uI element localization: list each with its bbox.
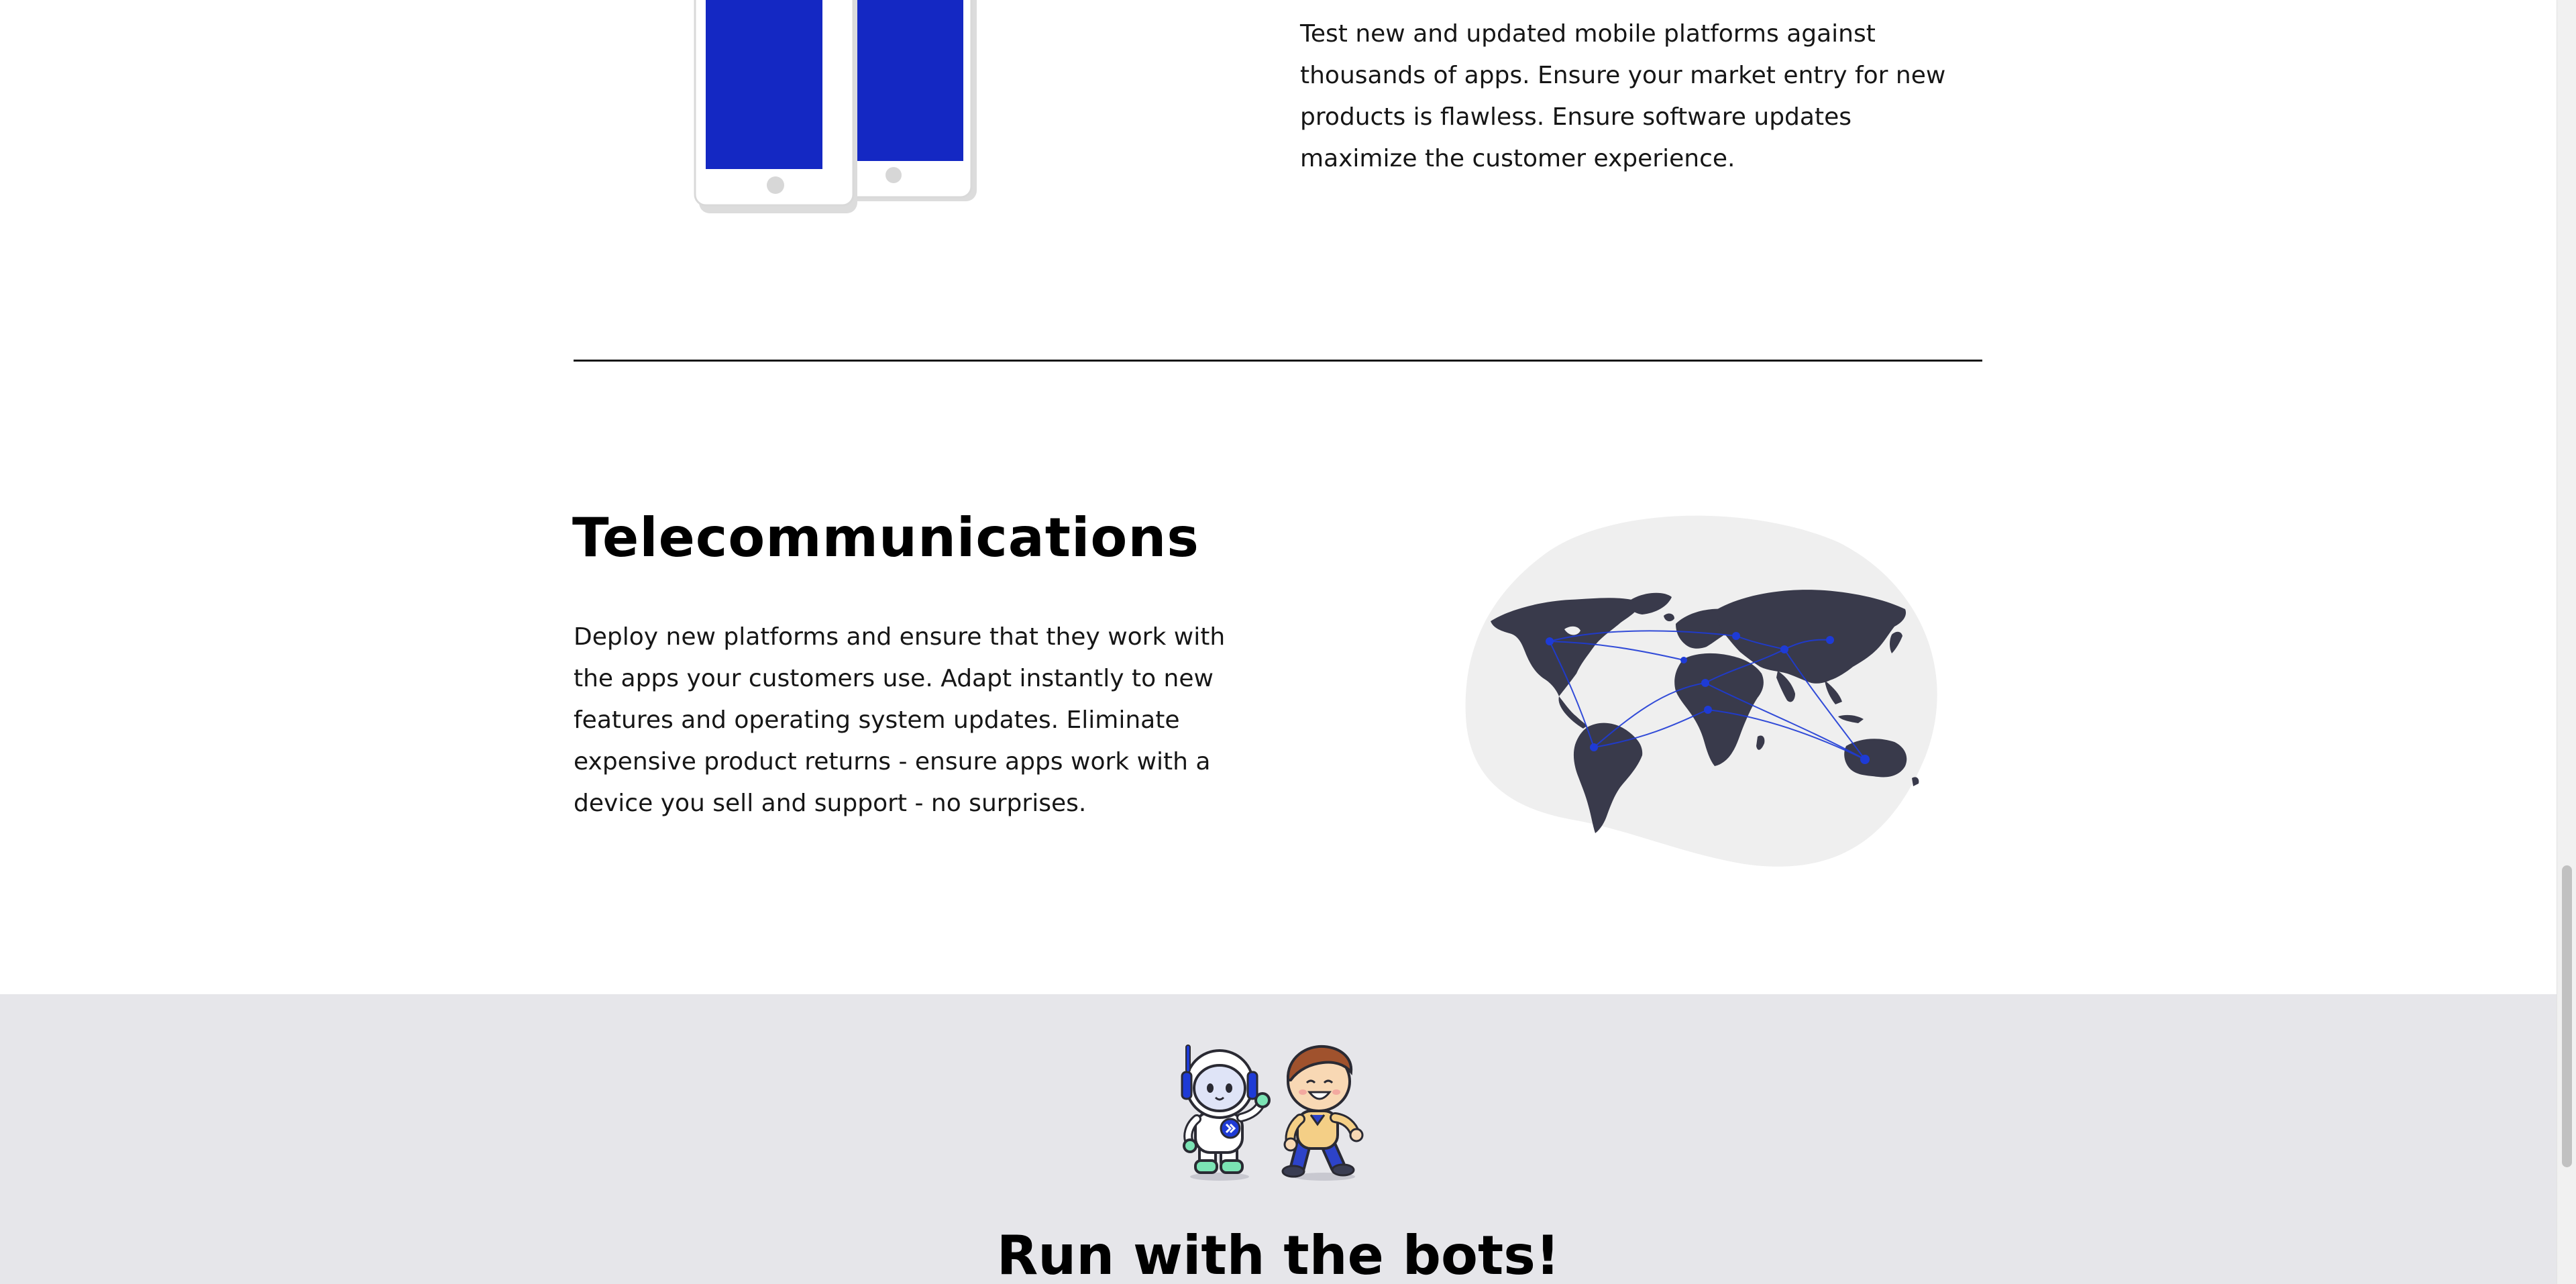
section-divider — [574, 360, 1982, 362]
mobile-section-description: Test new and updated mobile platforms ag… — [1300, 20, 1946, 172]
bots-section: Run with the bots! — [0, 994, 2557, 1284]
telecom-description: Deploy new platforms and ensure that the… — [574, 623, 1226, 817]
robot-and-boy-illustration — [1181, 1045, 1364, 1181]
vertical-scrollbar[interactable] — [2557, 0, 2576, 1284]
telecom-title: Telecommunications — [572, 506, 1199, 569]
scrollbar-thumb[interactable] — [2562, 865, 2572, 1167]
world-map-illustration — [1465, 515, 1937, 867]
bots-heading: Run with the bots! — [996, 1224, 1560, 1284]
page: Test new and updated mobile platforms ag… — [0, 0, 2557, 1284]
phones-illustration — [694, 0, 977, 213]
